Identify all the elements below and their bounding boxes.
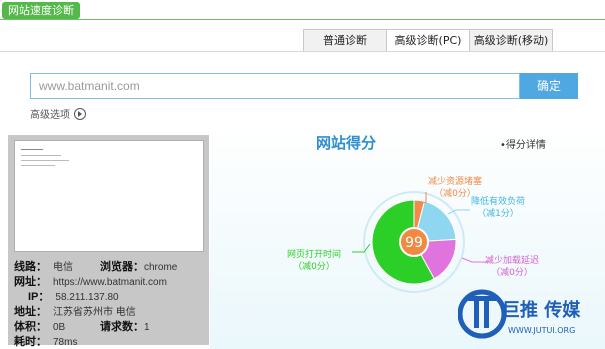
watermark-brand: 巨推 传媒 <box>502 299 581 321</box>
site-info-panel: 线路： 电信 浏览器：chrome 网址： https://www.batmanit… <box>8 135 209 348</box>
logo-bar-2 <box>484 298 489 328</box>
logo-bar-top <box>468 296 496 301</box>
score-detail-link[interactable]: •得分详情 <box>500 136 546 151</box>
play-circle-icon <box>74 107 86 120</box>
ip-label: IP： <box>28 291 50 303</box>
ip-value: 58.211.137.80 <box>55 292 119 303</box>
size-value: 0B <box>53 322 66 333</box>
segment-label-payload: 降低有效负荷 （减1分） <box>471 196 525 220</box>
line-label: 线路： <box>14 261 47 273</box>
url-label: 网址： <box>14 276 47 288</box>
info-line-browser-row: 线路： 电信 <box>14 258 73 274</box>
tab-advanced-pc[interactable]: 高级诊断(PC) <box>386 29 470 52</box>
browser-value: chrome <box>144 262 178 273</box>
tab-advanced-mobile[interactable]: 高级诊断(移动) <box>469 29 553 51</box>
watermark-url: WWW.JUTUI.ORG <box>508 326 575 335</box>
jutui-logo-watermark: 巨推 传媒 WWW.JUTUI.ORG <box>458 289 581 339</box>
line-value: 电信 <box>53 262 73 273</box>
requests-label: 请求数： <box>100 321 144 333</box>
segment-label-open-time: 网页打开时间 （减0分） <box>287 249 341 273</box>
leader-open-time <box>352 243 371 253</box>
confirm-button[interactable]: 确定 <box>520 73 578 99</box>
browser-row: 浏览器：chrome <box>100 258 177 274</box>
segment-sub-open-time: （减0分） <box>293 262 335 272</box>
url-input[interactable] <box>30 73 520 99</box>
leader-payload <box>447 209 470 215</box>
page-screenshot-thumbnail <box>14 140 204 252</box>
page-title: 网站速度诊断 <box>2 2 80 19</box>
diagnosis-tabs: 普通诊断 高级诊断(PC) 高级诊断(移动) <box>303 29 553 52</box>
segment-sub-payload: （减1分） <box>477 209 519 219</box>
logo-bar-1 <box>474 298 479 328</box>
title-divider <box>0 19 605 20</box>
advanced-options-label: 高级选项 <box>30 110 70 121</box>
url-value: https://www.batmanit.com <box>53 277 167 288</box>
location-row: 地址： 江苏省苏州市 电信 <box>14 303 136 319</box>
segment-title-resource-blocking: 减少资源堵塞 <box>428 177 483 187</box>
time-label: 耗时： <box>14 336 47 348</box>
segment-title-payload: 降低有效负荷 <box>471 197 526 207</box>
requests-value: 1 <box>144 322 150 333</box>
size-label: 体积： <box>14 321 47 333</box>
score-title: 网站得分 <box>316 134 377 152</box>
leader-resource-blocking <box>419 192 427 205</box>
segment-label-load-delay: 减少加载延迟 （减0分） <box>485 255 539 279</box>
time-row: 耗时： 78ms <box>14 333 77 349</box>
requests-row: 请求数：1 <box>100 318 150 334</box>
url-row: 网址： https://www.batmanit.com <box>14 273 167 289</box>
tab-basic[interactable]: 普通诊断 <box>303 29 387 51</box>
tab-divider <box>0 51 605 52</box>
location-label: 地址： <box>14 306 47 318</box>
advanced-options-toggle[interactable]: 高级选项 <box>30 106 86 121</box>
time-value: 78ms <box>53 337 78 348</box>
size-row: 体积： 0B <box>14 318 65 334</box>
segment-title-load-delay: 减少加载延迟 <box>485 256 540 266</box>
segment-title-open-time: 网页打开时间 <box>287 250 342 260</box>
browser-label: 浏览器： <box>100 261 144 273</box>
location-value: 江苏省苏州市 电信 <box>53 307 136 318</box>
ip-row: IP： 58.211.137.80 <box>28 288 119 304</box>
